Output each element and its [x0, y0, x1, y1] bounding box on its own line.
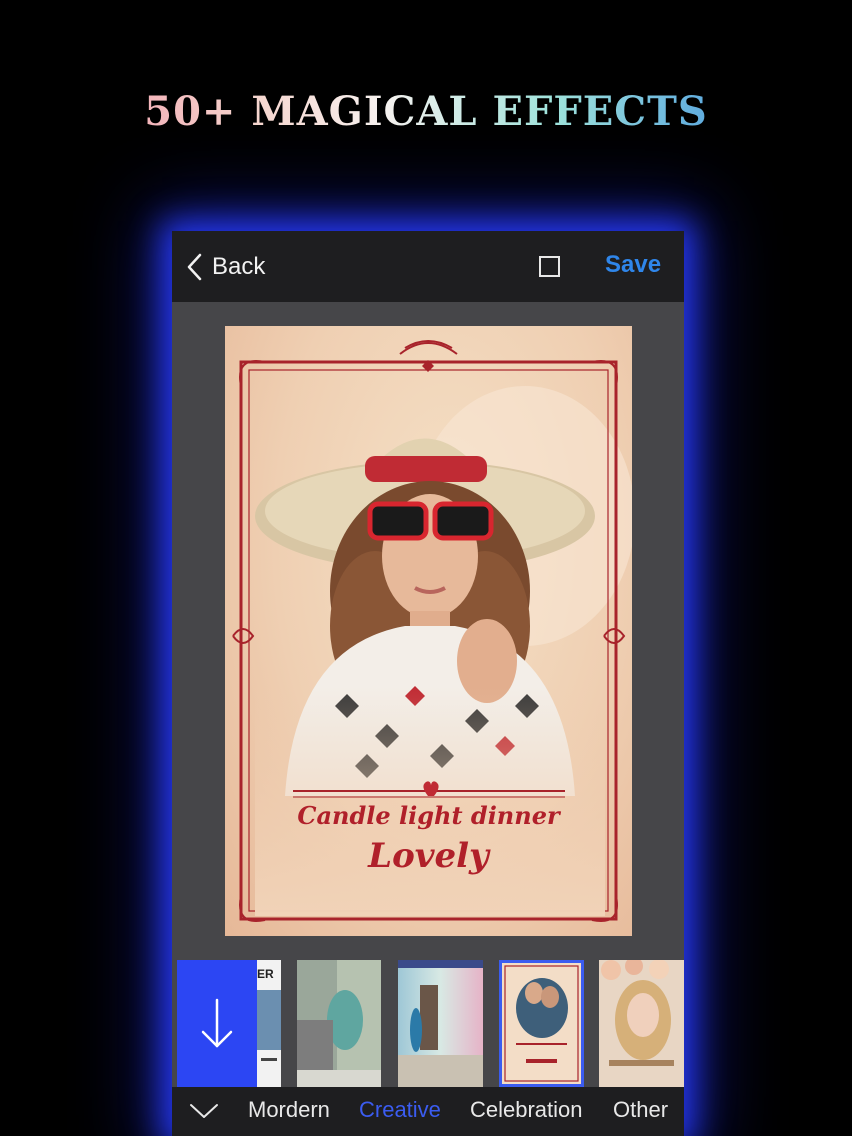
top-bar: Back Save [172, 231, 684, 302]
square-icon[interactable] [539, 256, 560, 277]
chevron-left-icon [187, 253, 202, 281]
candle-dinner-thumbnail[interactable] [499, 960, 584, 1087]
poster-line1: Candle light dinner [297, 801, 560, 830]
poster-line2: Lovely [368, 836, 489, 876]
save-button[interactable]: Save [605, 251, 661, 279]
vintage-collage-thumbnail[interactable] [297, 960, 381, 1087]
template-thumbnail-strip: ER [172, 955, 684, 1087]
arrow-down-icon [201, 998, 233, 1047]
creative-floral-thumbnail[interactable] [599, 960, 684, 1087]
collapse-strip-button[interactable] [177, 960, 257, 1087]
surfer-thumbnail[interactable] [398, 960, 483, 1087]
svg-text:ER: ER [257, 967, 274, 981]
poster-preview: Candle light dinner Lovely [225, 326, 632, 936]
back-button[interactable]: Back [186, 251, 265, 283]
back-label: Back [212, 253, 266, 280]
tab-celebration[interactable]: Celebration [470, 1097, 583, 1123]
tab-creative[interactable]: Creative [359, 1097, 441, 1123]
category-tab-bar: Mordern Creative Celebration Other [172, 1087, 684, 1136]
tab-mordern[interactable]: Mordern [248, 1097, 330, 1123]
party-poster-thumbnail[interactable]: ER [257, 960, 281, 1087]
editor-panel: Back Save Candle light dinner Lovely ER … [172, 231, 684, 1136]
chevron-down-icon[interactable] [189, 1101, 219, 1121]
tab-other[interactable]: Other [613, 1097, 668, 1123]
headline: 50+ MAGICAL EFFECTS [0, 88, 852, 135]
